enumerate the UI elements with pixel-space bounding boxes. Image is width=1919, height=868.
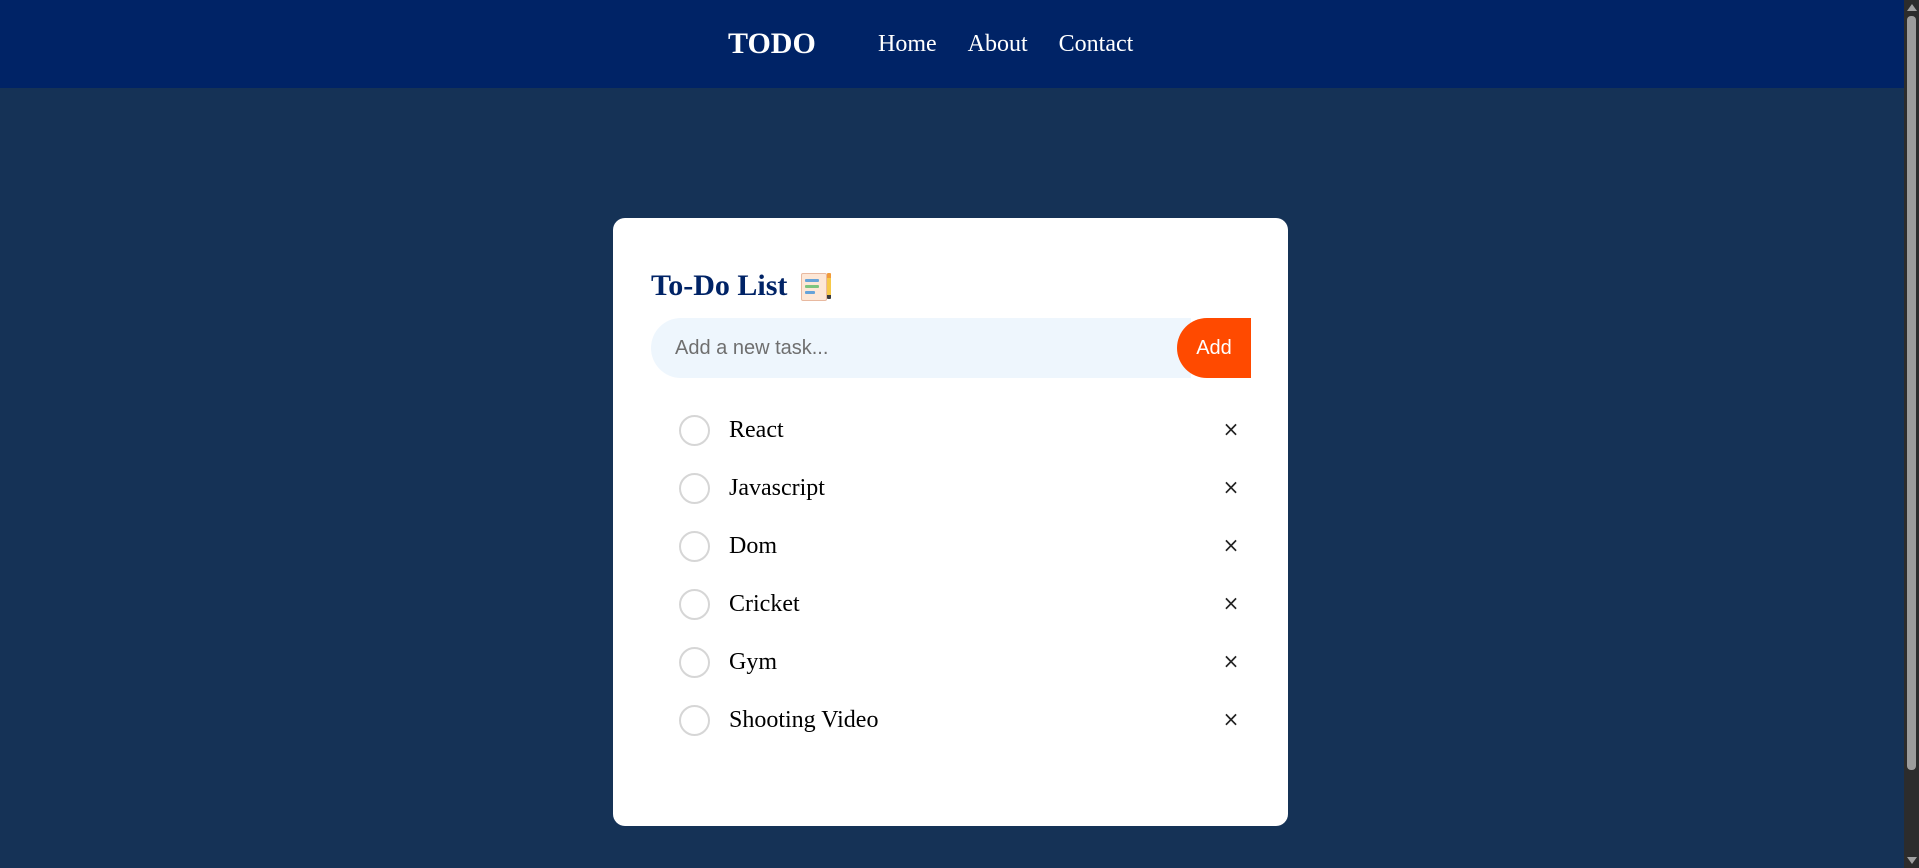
task-text[interactable]: Shooting Video [729,704,878,736]
nav-link-about[interactable]: About [968,26,1028,62]
todo-card: To-Do List Add React × Javascript × [613,218,1288,826]
add-task-button[interactable]: Add [1177,318,1251,378]
task-list: React × Javascript × Dom × Cricket × Gym [679,401,1257,749]
add-task-form: Add [651,318,1251,378]
nav-link-contact[interactable]: Contact [1059,26,1134,62]
task-checkbox[interactable] [679,704,710,736]
navbar: TODO Home About Contact [0,0,1904,88]
card-title: To-Do List [651,266,833,306]
delete-task-button[interactable]: × [1217,473,1245,501]
delete-task-button[interactable]: × [1217,415,1245,443]
task-checkbox[interactable] [679,414,710,446]
task-item: Cricket × [679,575,1257,633]
task-text[interactable]: Gym [729,646,777,678]
task-text[interactable]: Cricket [729,588,800,620]
task-item: Javascript × [679,459,1257,517]
task-item: Gym × [679,633,1257,691]
nav-links: Home About Contact [878,26,1133,62]
task-checkbox[interactable] [679,472,710,504]
task-text[interactable]: Javascript [729,472,825,504]
page: TODO Home About Contact To-Do List Add a… [0,0,1919,868]
delete-task-button[interactable]: × [1217,705,1245,733]
new-task-input[interactable] [651,318,1191,378]
delete-task-button[interactable]: × [1217,589,1245,617]
nav-link-home[interactable]: Home [878,26,937,62]
task-text[interactable]: React [729,414,784,446]
task-item: React × [679,401,1257,459]
task-text[interactable]: Dom [729,530,777,562]
task-checkbox[interactable] [679,588,710,620]
delete-task-button[interactable]: × [1217,647,1245,675]
task-checkbox[interactable] [679,530,710,562]
scroll-down-arrow-icon[interactable] [1907,857,1917,864]
scroll-up-arrow-icon[interactable] [1907,4,1917,11]
page-title: To-Do List [651,269,788,302]
task-item: Dom × [679,517,1257,575]
task-checkbox[interactable] [679,646,710,678]
scrollbar-thumb[interactable] [1907,16,1916,770]
brand-logo[interactable]: TODO [728,24,816,64]
checklist-notepad-icon [799,271,833,301]
vertical-scrollbar[interactable] [1904,0,1919,868]
delete-task-button[interactable]: × [1217,531,1245,559]
task-item: Shooting Video × [679,691,1257,749]
